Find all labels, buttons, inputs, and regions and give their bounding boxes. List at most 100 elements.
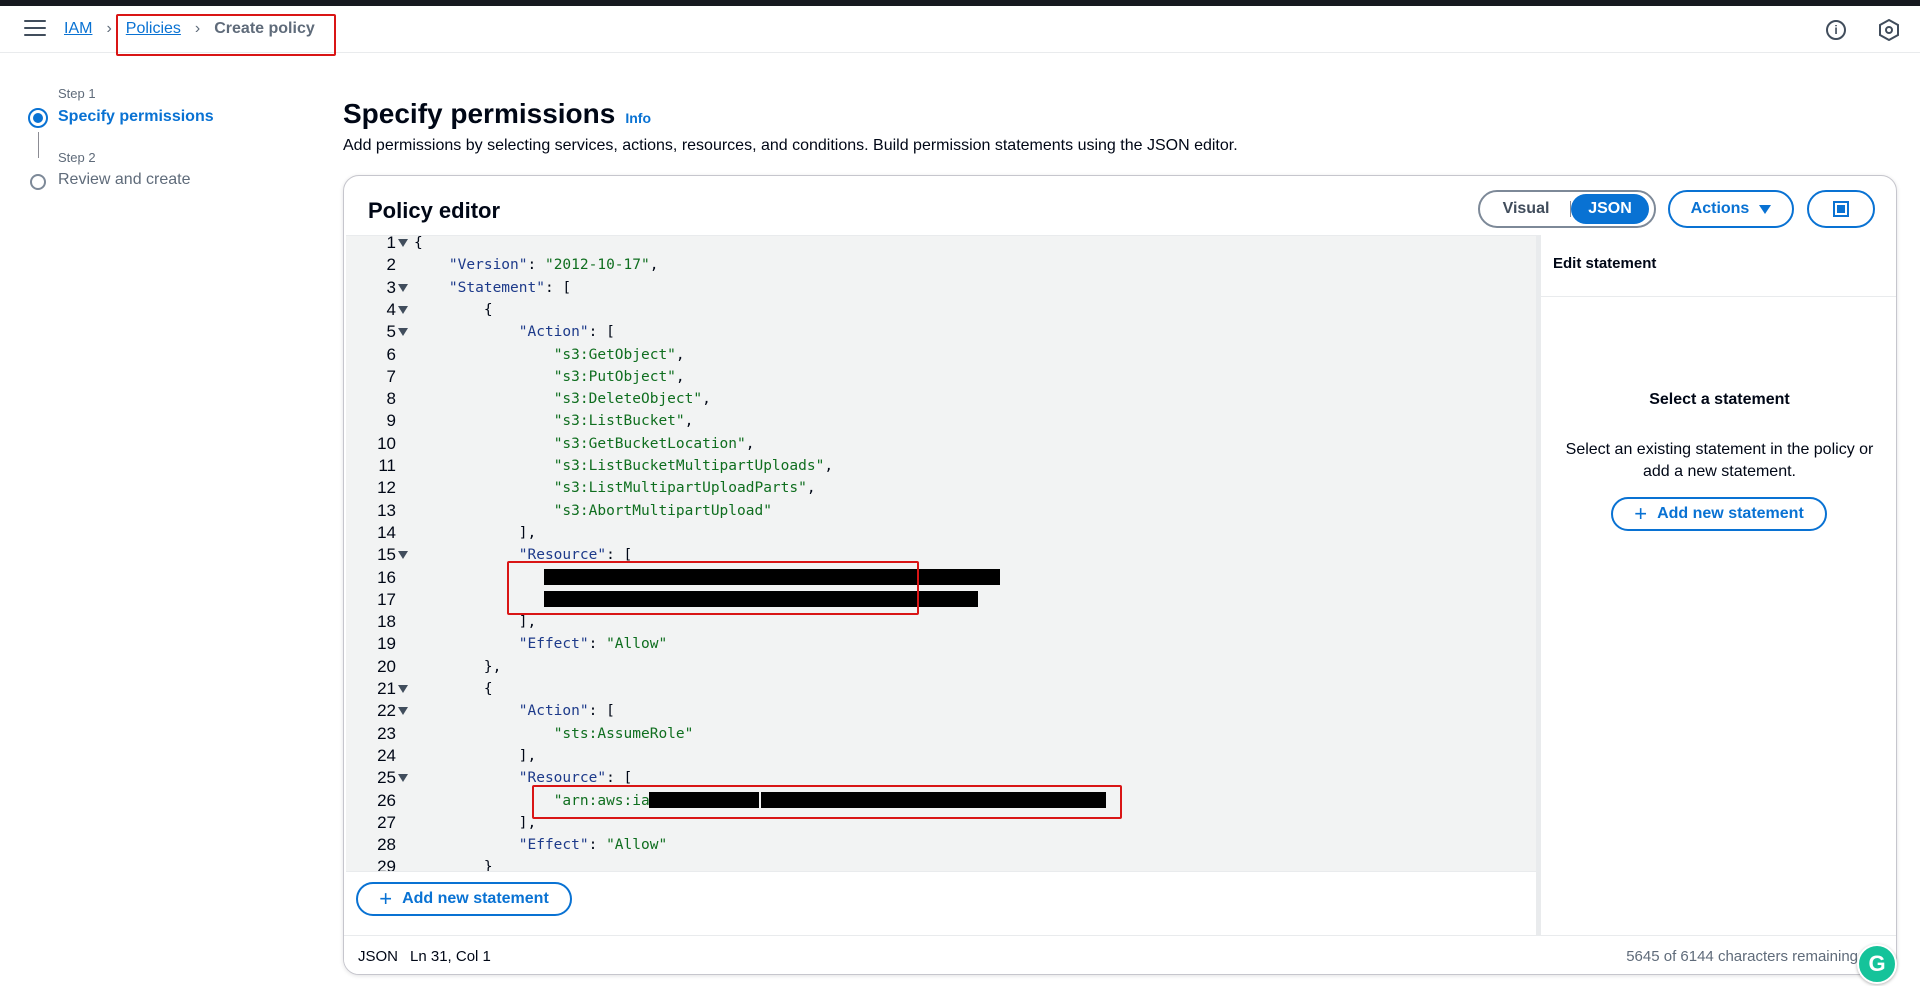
code-line[interactable]: 19 "Effect": "Allow" xyxy=(346,633,1536,655)
code-line[interactable]: 1{ xyxy=(346,235,1536,254)
page-title-text: Specify permissions xyxy=(343,98,616,129)
line-number: 6 xyxy=(386,344,396,364)
code-text: "Effect": "Allow" xyxy=(518,636,668,653)
fold-caret-icon[interactable] xyxy=(398,328,408,337)
fold-caret-icon[interactable] xyxy=(398,774,408,783)
line-number: 26 xyxy=(377,790,396,810)
code-line[interactable]: 18 ], xyxy=(346,611,1536,633)
code-line[interactable]: 24 ], xyxy=(346,745,1536,767)
code-line[interactable]: 14 ], xyxy=(346,522,1536,544)
fold-caret-icon[interactable] xyxy=(398,239,408,247)
code-line[interactable]: 25 "Resource": [ xyxy=(346,767,1536,789)
code-text: "s3:DeleteObject", xyxy=(553,391,711,408)
top-header: IAM › Policies › Create policy i xyxy=(0,6,1920,53)
code-line[interactable]: 6 "s3:GetObject", xyxy=(346,344,1536,366)
side-add-statement-label: Add new statement xyxy=(1657,505,1804,522)
redacted-arn-part-1 xyxy=(649,791,759,808)
editor-status-bar: JSON Ln 31, Col 1 5645 of 6144 character… xyxy=(344,935,1896,974)
page-description: Add permissions by selecting services, a… xyxy=(343,137,1238,154)
code-line[interactable]: 20 }, xyxy=(346,656,1536,678)
line-number: 19 xyxy=(377,634,396,654)
fold-caret-icon[interactable] xyxy=(398,551,408,560)
fold-caret-icon[interactable] xyxy=(398,283,408,292)
info-circle-icon[interactable]: i xyxy=(1826,20,1846,40)
code-line[interactable]: 10 "s3:GetBucketLocation", xyxy=(346,433,1536,455)
code-line[interactable]: 22 "Action": [ xyxy=(346,700,1536,722)
code-line[interactable]: 23 "sts:AssumeRole" xyxy=(346,723,1536,745)
step-1-title[interactable]: Specify permissions xyxy=(58,108,214,126)
code-line[interactable]: 28 "Effect": "Allow" xyxy=(346,834,1536,856)
json-mode-button[interactable]: JSON xyxy=(1571,194,1649,224)
actions-dropdown-button[interactable]: Actions xyxy=(1668,190,1794,228)
code-text: "s3:ListBucketMultipartUploads", xyxy=(553,458,834,474)
fold-caret-icon[interactable] xyxy=(398,707,408,716)
code-text: "Version": "2012-10-17", xyxy=(448,257,659,274)
fold-caret-icon[interactable] xyxy=(398,305,408,314)
code-line[interactable]: 12 "s3:ListMultipartUploadParts", xyxy=(346,477,1536,499)
info-link[interactable]: Info xyxy=(625,110,651,126)
line-number: 20 xyxy=(377,656,396,676)
line-number: 21 xyxy=(377,679,396,698)
json-code-editor[interactable]: 1{2 "Version": "2012-10-17", 3 "Statement… xyxy=(346,235,1536,871)
line-number: 1 xyxy=(386,235,396,252)
code-text: "s3:GetObject", xyxy=(553,346,685,363)
line-number: 2 xyxy=(386,255,396,275)
code-line[interactable]: 13 "s3:AbortMultipartUpload" xyxy=(346,500,1536,522)
code-line[interactable]: 7 "s3:PutObject", xyxy=(346,366,1536,388)
line-number: 17 xyxy=(377,589,396,609)
code-text: { xyxy=(414,681,493,697)
line-number: 22 xyxy=(377,701,396,721)
step-2-title: Review and create xyxy=(58,171,191,188)
breadcrumb-policies[interactable]: Policies xyxy=(126,20,181,38)
code-text: { xyxy=(414,235,423,251)
code-text: "s3:ListBucket", xyxy=(553,413,694,430)
add-new-statement-button[interactable]: + Add new statement xyxy=(356,882,572,916)
code-line[interactable]: 8 "s3:DeleteObject", xyxy=(346,388,1536,410)
redacted-resource-1 xyxy=(544,568,1000,585)
code-text: } xyxy=(414,859,493,871)
step-1-indicator xyxy=(28,108,48,128)
line-number: 8 xyxy=(386,389,396,409)
code-text: ], xyxy=(414,747,537,764)
line-number: 11 xyxy=(378,456,396,475)
code-text: "Statement": [ xyxy=(448,279,572,296)
code-text: ], xyxy=(414,524,537,541)
plus-icon: + xyxy=(1634,501,1648,526)
code-line[interactable]: 9 "s3:ListBucket", xyxy=(346,410,1536,432)
menu-icon[interactable] xyxy=(24,20,46,38)
select-statement-description: Select an existing statement in the poli… xyxy=(1565,441,1874,480)
code-line[interactable]: 27 ], xyxy=(346,812,1536,834)
edit-statement-panel: Edit statement Select a statement Select… xyxy=(1541,235,1896,935)
step-connector xyxy=(38,132,39,158)
code-text: ], xyxy=(414,814,537,831)
code-line[interactable]: 5 "Action": [ xyxy=(346,321,1536,343)
visual-mode-button[interactable]: Visual xyxy=(1482,194,1570,224)
code-line[interactable]: 21 { xyxy=(346,678,1536,700)
fullscreen-button[interactable] xyxy=(1807,190,1875,228)
code-text: "s3:PutObject", xyxy=(553,368,685,385)
side-add-new-statement-button[interactable]: + Add new statement xyxy=(1611,497,1827,531)
add-statement-label: Add new statement xyxy=(402,890,549,907)
editor-mode-toggle: Visual JSON xyxy=(1478,190,1656,228)
line-number: 23 xyxy=(377,723,396,743)
redacted-resource-2 xyxy=(544,590,978,607)
line-number: 9 xyxy=(386,411,396,431)
code-text: "Action": [ xyxy=(518,703,615,720)
grammarly-icon[interactable]: G xyxy=(1857,944,1897,984)
settings-hexagon-icon[interactable] xyxy=(1879,19,1899,41)
line-number: 14 xyxy=(377,522,396,542)
code-line[interactable]: 29 } xyxy=(346,856,1536,871)
line-number: 5 xyxy=(386,322,396,342)
line-number: 28 xyxy=(377,835,396,855)
code-text: "s3:AbortMultipartUpload" xyxy=(553,502,772,519)
code-line[interactable]: 11 "s3:ListBucketMultipartUploads", xyxy=(346,455,1536,477)
code-line[interactable]: 15 "Resource": [ xyxy=(346,544,1536,566)
line-number: 18 xyxy=(377,612,396,632)
code-text: ], xyxy=(414,614,537,631)
fold-caret-icon[interactable] xyxy=(398,685,408,693)
breadcrumb-iam[interactable]: IAM xyxy=(64,20,92,38)
code-line[interactable]: 3 "Statement": [ xyxy=(346,277,1536,299)
page-title: Specify permissions Info xyxy=(343,98,651,130)
code-line[interactable]: 2 "Version": "2012-10-17", xyxy=(346,254,1536,276)
code-line[interactable]: 4 { xyxy=(346,299,1536,321)
